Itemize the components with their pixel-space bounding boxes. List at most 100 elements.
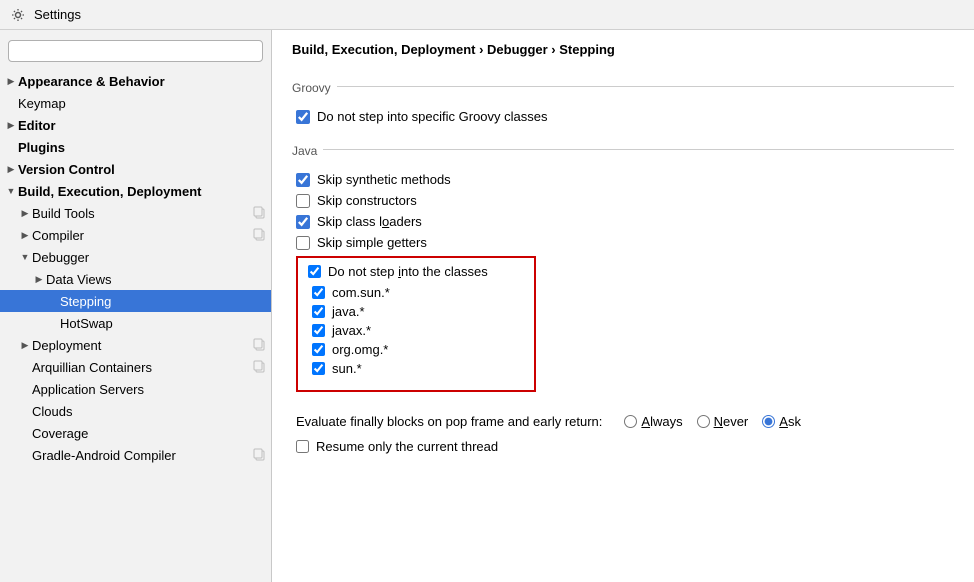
skip-synthetic-row: Skip synthetic methods [296, 172, 954, 187]
tree-arrow-version-control: ▶ [4, 162, 18, 176]
search-box-wrap [0, 36, 271, 70]
sidebar-item-keymap[interactable]: Keymap [0, 92, 271, 114]
copy-icon-build-tools [253, 206, 267, 220]
groovy-section-header: Groovy [292, 71, 954, 101]
sidebar-label-gradle-android: Gradle-Android Compiler [32, 448, 249, 463]
sidebar-label-hotswap: HotSwap [60, 316, 267, 331]
class-item-javax: javax.* [312, 323, 524, 338]
evaluate-label: Evaluate finally blocks on pop frame and… [296, 414, 602, 429]
sidebar-item-appearance[interactable]: ▶Appearance & Behavior [0, 70, 271, 92]
javax-label: javax.* [332, 323, 371, 338]
resume-checkbox[interactable] [296, 440, 309, 453]
sidebar-item-build-tools[interactable]: ▶Build Tools [0, 202, 271, 224]
java-checkbox[interactable] [312, 305, 325, 318]
tree-arrow-appearance: ▶ [4, 74, 18, 88]
skip-synthetic-label: Skip synthetic methods [317, 172, 451, 187]
sidebar-item-plugins[interactable]: Plugins [0, 136, 271, 158]
resume-label: Resume only the current thread [316, 439, 498, 454]
sidebar-label-data-views: Data Views [46, 272, 267, 287]
sidebar-item-coverage[interactable]: Coverage [0, 422, 271, 444]
sidebar-item-hotswap[interactable]: HotSwap [0, 312, 271, 334]
skip-constructors-checkbox[interactable] [296, 194, 310, 208]
sidebar-item-app-servers[interactable]: Application Servers [0, 378, 271, 400]
settings-icon [10, 7, 26, 23]
sidebar-item-debugger[interactable]: ▼Debugger [0, 246, 271, 268]
dont-step-classes-checkbox[interactable] [308, 265, 321, 278]
sidebar-item-stepping[interactable]: Stepping [0, 290, 271, 312]
copy-icon-deployment [253, 338, 267, 352]
radio-ask-label: Ask [779, 414, 801, 429]
org-omg-checkbox[interactable] [312, 343, 325, 356]
tree-arrow-editor: ▶ [4, 118, 18, 132]
tree-arrow-arquillian [18, 360, 32, 374]
classes-box-header: Do not step into the classes [308, 264, 524, 279]
com-sun-checkbox[interactable] [312, 286, 325, 299]
dont-step-classes-label: Do not step into the classes [328, 264, 488, 279]
skip-constructors-row: Skip constructors [296, 193, 954, 208]
java-divider-line [323, 149, 954, 150]
groovy-divider-line [337, 86, 954, 87]
sidebar-label-keymap: Keymap [18, 96, 267, 111]
java-label: java.* [332, 304, 365, 319]
sidebar-item-clouds[interactable]: Clouds [0, 400, 271, 422]
sidebar-item-version-control[interactable]: ▶Version Control [0, 158, 271, 180]
search-input[interactable] [8, 40, 263, 62]
sidebar-item-build-exec-deploy[interactable]: ▼Build, Execution, Deployment [0, 180, 271, 202]
radio-ask-option[interactable]: Ask [762, 414, 801, 429]
radio-never[interactable] [697, 415, 710, 428]
radio-always-label: Always [641, 414, 682, 429]
resume-row: Resume only the current thread [296, 439, 954, 454]
sidebar-label-build-tools: Build Tools [32, 206, 249, 221]
sidebar-item-editor[interactable]: ▶Editor [0, 114, 271, 136]
sidebar-item-compiler[interactable]: ▶Compiler [0, 224, 271, 246]
sidebar-label-version-control: Version Control [18, 162, 267, 177]
sidebar-label-plugins: Plugins [18, 140, 267, 155]
tree-arrow-stepping [46, 294, 60, 308]
main-container: ▶Appearance & BehaviorKeymap▶EditorPlugi… [0, 30, 974, 582]
tree-arrow-deployment: ▶ [18, 338, 32, 352]
copy-icon-gradle-android [253, 448, 267, 462]
evaluate-row: Evaluate finally blocks on pop frame and… [296, 414, 954, 429]
sun-checkbox[interactable] [312, 362, 325, 375]
skip-class-loaders-label: Skip class loaders [317, 214, 422, 229]
java-section-header: Java [292, 134, 954, 164]
title-bar: Settings [0, 0, 974, 30]
groovy-label: Groovy [292, 81, 331, 95]
tree-arrow-data-views: ▶ [32, 272, 46, 286]
skip-simple-getters-checkbox[interactable] [296, 236, 310, 250]
skip-class-loaders-row: Skip class loaders [296, 214, 954, 229]
skip-synthetic-checkbox[interactable] [296, 173, 310, 187]
javax-checkbox[interactable] [312, 324, 325, 337]
radio-always[interactable] [624, 415, 637, 428]
class-item-org-omg: org.omg.* [312, 342, 524, 357]
tree-arrow-app-servers [18, 382, 32, 396]
breadcrumb: Build, Execution, Deployment › Debugger … [292, 42, 954, 57]
radio-never-option[interactable]: Never [697, 414, 749, 429]
com-sun-label: com.sun.* [332, 285, 390, 300]
sidebar-item-data-views[interactable]: ▶Data Views [0, 268, 271, 290]
sidebar-item-deployment[interactable]: ▶Deployment [0, 334, 271, 356]
sidebar-label-arquillian: Arquillian Containers [32, 360, 249, 375]
skip-simple-getters-row: Skip simple getters [296, 235, 954, 250]
tree-arrow-compiler: ▶ [18, 228, 32, 242]
sidebar-label-compiler: Compiler [32, 228, 249, 243]
sidebar-item-arquillian[interactable]: Arquillian Containers [0, 356, 271, 378]
class-item-com-sun: com.sun.* [312, 285, 524, 300]
skip-simple-getters-label: Skip simple getters [317, 235, 427, 250]
sidebar-label-appearance: Appearance & Behavior [18, 74, 267, 89]
sidebar-label-build-exec-deploy: Build, Execution, Deployment [18, 184, 267, 199]
tree-arrow-hotswap [46, 316, 60, 330]
sidebar-label-debugger: Debugger [32, 250, 267, 265]
groovy-no-step-checkbox[interactable] [296, 110, 310, 124]
radio-always-option[interactable]: Always [624, 414, 682, 429]
sidebar-item-gradle-android[interactable]: Gradle-Android Compiler [0, 444, 271, 466]
skip-class-loaders-checkbox[interactable] [296, 215, 310, 229]
radio-ask[interactable] [762, 415, 775, 428]
radio-never-label: Never [714, 414, 749, 429]
class-item-sun: sun.* [312, 361, 524, 376]
sidebar-label-editor: Editor [18, 118, 267, 133]
java-label: Java [292, 144, 317, 158]
sidebar-label-clouds: Clouds [32, 404, 267, 419]
copy-icon-compiler [253, 228, 267, 242]
classes-box: Do not step into the classes com.sun.* j… [296, 256, 536, 392]
